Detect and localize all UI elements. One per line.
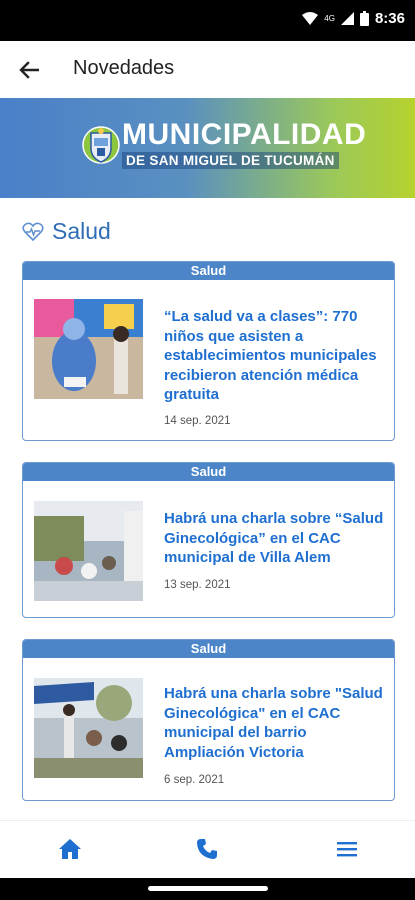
arrow-left-icon (19, 61, 39, 79)
news-card[interactable]: Salud Habrá una charla sobre “Salud Gine… (22, 462, 395, 618)
home-gesture-handle[interactable] (148, 886, 268, 891)
section-header: Salud (22, 218, 111, 245)
news-card[interactable]: Salud Habrá una charla sobre "Salud Gine… (22, 639, 395, 801)
card-title: Habrá una charla sobre "Salud Ginecológi… (164, 685, 383, 761)
battery-icon (359, 11, 369, 26)
system-gesture-bar (0, 878, 415, 900)
card-date: 6 sep. 2021 (164, 774, 225, 786)
news-card[interactable]: Salud “La salud va a clases”: 770 niños … (22, 261, 395, 441)
clock: 8:36 (374, 10, 405, 27)
banner-subtitle: DE SAN MIGUEL DE TUCUMÁN (122, 152, 339, 169)
banner-title: MUNICIPALIDAD (122, 118, 367, 151)
section-title: Salud (52, 218, 111, 244)
status-bar: 4G 8:36 (0, 0, 415, 41)
card-date: 13 sep. 2021 (164, 579, 231, 591)
wifi-icon (302, 11, 319, 25)
back-button[interactable] (14, 55, 44, 85)
page-title: Novedades (73, 57, 175, 79)
card-date: 14 sep. 2021 (164, 415, 231, 427)
card-category-tag: Salud (23, 262, 394, 280)
phone-icon (197, 839, 217, 859)
news-photo (34, 299, 143, 399)
news-photo (34, 501, 143, 601)
menu-icon (337, 842, 357, 857)
bottom-navigation (0, 820, 415, 878)
phone-button[interactable] (193, 835, 221, 863)
card-title: “La salud va a clases”: 770 niños que as… (164, 308, 377, 403)
news-photo (34, 678, 143, 778)
signal-icon (340, 12, 354, 25)
card-category-tag: Salud (23, 640, 394, 658)
card-category-tag: Salud (23, 463, 394, 481)
coat-of-arms-logo (82, 126, 120, 164)
network-label: 4G (324, 14, 335, 23)
municipality-banner: MUNICIPALIDAD DE SAN MIGUEL DE TUCUMÁN (0, 98, 415, 198)
home-icon (59, 839, 81, 859)
card-title: Habrá una charla sobre “Salud Ginecológi… (164, 510, 384, 566)
heart-pulse-icon (22, 222, 44, 241)
home-button[interactable] (56, 835, 84, 863)
app-bar: Novedades (0, 41, 415, 98)
status-icons: 4G 8:36 (302, 10, 405, 27)
menu-button[interactable] (333, 835, 361, 863)
